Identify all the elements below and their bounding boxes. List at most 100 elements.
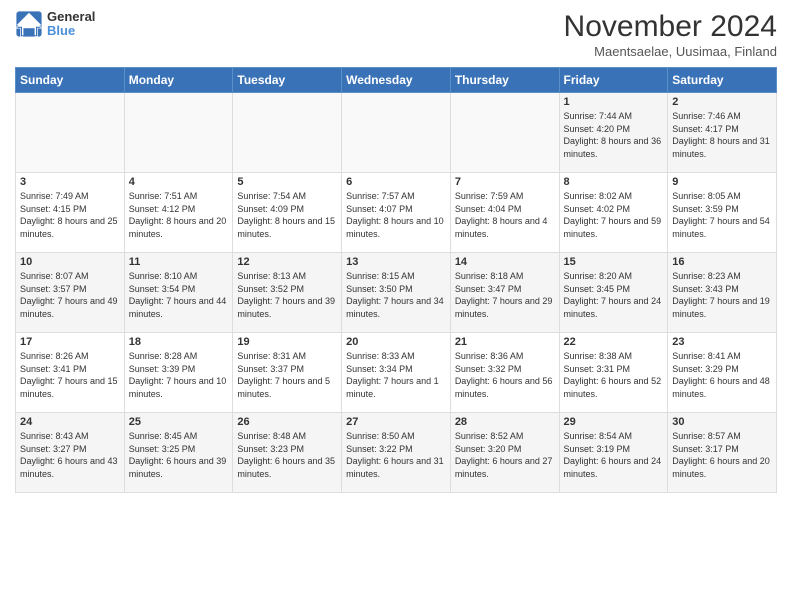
day-info: Sunrise: 8:31 AMSunset: 3:37 PMDaylight:… — [237, 350, 337, 400]
table-cell: 29Sunrise: 8:54 AMSunset: 3:19 PMDayligh… — [559, 413, 668, 493]
table-cell — [124, 93, 233, 173]
day-number: 5 — [237, 176, 337, 188]
day-number: 18 — [129, 336, 229, 348]
day-number: 2 — [672, 96, 772, 108]
table-cell: 15 Sunrise: 8:20 AMSunset: 3:45 PMDayligh… — [559, 253, 668, 333]
day-info: Sunrise: 8:07 AMSunset: 3:57 PMDaylight:… — [20, 270, 120, 320]
week-row-1: 1Sunrise: 7:44 AMSunset: 4:20 PMDaylight… — [16, 93, 777, 173]
logo-line2: Blue — [47, 24, 95, 38]
day-info: Sunrise: 8:02 AMSunset: 4:02 PMDaylight:… — [564, 190, 664, 240]
day-info: Sunrise: 7:59 AMSunset: 4:04 PMDaylight:… — [455, 190, 555, 240]
day-number: 4 — [129, 176, 229, 188]
table-cell: 24 Sunrise: 8:43 AMSunset: 3:27 PMDayligh… — [16, 413, 125, 493]
day-info: Sunrise: 7:51 AMSunset: 4:12 PMDaylight:… — [129, 190, 229, 240]
header-friday: Friday — [559, 68, 668, 93]
day-number: 26 — [237, 416, 337, 428]
week-row-3: 10 Sunrise: 8:07 AMSunset: 3:57 PMDayligh… — [16, 253, 777, 333]
month-title: November 2024 — [564, 10, 777, 44]
day-info: Sunrise: 8:13 AMSunset: 3:52 PMDaylight:… — [237, 270, 337, 320]
header-row-days: Sunday Monday Tuesday Wednesday Thursday… — [16, 68, 777, 93]
table-cell: 14 Sunrise: 8:18 AMSunset: 3:47 PMDayligh… — [450, 253, 559, 333]
day-number: 24 — [20, 416, 120, 428]
table-cell: 13 Sunrise: 8:15 AMSunset: 3:50 PMDayligh… — [342, 253, 451, 333]
day-info: Sunrise: 8:52 AMSunset: 3:20 PMDaylight:… — [455, 430, 555, 480]
day-number: 17 — [20, 336, 120, 348]
day-info: Sunrise: 8:05 AMSunset: 3:59 PMDaylight:… — [672, 190, 772, 240]
logo: General Blue — [15, 10, 95, 39]
logo-text: General Blue — [47, 10, 95, 39]
title-block: November 2024 Maentsaelae, Uusimaa, Finl… — [564, 10, 777, 59]
header-saturday: Saturday — [668, 68, 777, 93]
day-info: Sunrise: 8:43 AMSunset: 3:27 PMDaylight:… — [20, 430, 120, 480]
day-number: 27 — [346, 416, 446, 428]
day-number: 12 — [237, 256, 337, 268]
day-info: Sunrise: 8:18 AMSunset: 3:47 PMDaylight:… — [455, 270, 555, 320]
logo-line1: General — [47, 10, 95, 24]
day-number: 3 — [20, 176, 120, 188]
day-number: 25 — [129, 416, 229, 428]
table-cell: 17Sunrise: 8:26 AMSunset: 3:41 PMDayligh… — [16, 333, 125, 413]
table-cell: 27 Sunrise: 8:50 AMSunset: 3:22 PMDayligh… — [342, 413, 451, 493]
table-cell: 2 Sunrise: 7:46 AMSunset: 4:17 PMDaylight… — [668, 93, 777, 173]
day-number: 13 — [346, 256, 446, 268]
day-info: Sunrise: 7:54 AMSunset: 4:09 PMDaylight:… — [237, 190, 337, 240]
day-info: Sunrise: 8:38 AMSunset: 3:31 PMDaylight:… — [564, 350, 664, 400]
day-number: 28 — [455, 416, 555, 428]
table-cell: 26 Sunrise: 8:48 AMSunset: 3:23 PMDayligh… — [233, 413, 342, 493]
day-number: 22 — [564, 336, 664, 348]
header-wednesday: Wednesday — [342, 68, 451, 93]
day-number: 16 — [672, 256, 772, 268]
day-info: Sunrise: 8:57 AMSunset: 3:17 PMDaylight:… — [672, 430, 772, 480]
day-info: Sunrise: 8:15 AMSunset: 3:50 PMDaylight:… — [346, 270, 446, 320]
table-cell: 30 Sunrise: 8:57 AMSunset: 3:17 PMDayligh… — [668, 413, 777, 493]
table-cell — [16, 93, 125, 173]
day-info: Sunrise: 7:57 AMSunset: 4:07 PMDaylight:… — [346, 190, 446, 240]
table-cell — [233, 93, 342, 173]
table-cell — [342, 93, 451, 173]
table-cell: 23 Sunrise: 8:41 AMSunset: 3:29 PMDayligh… — [668, 333, 777, 413]
day-info: Sunrise: 8:10 AMSunset: 3:54 PMDaylight:… — [129, 270, 229, 320]
header-sunday: Sunday — [16, 68, 125, 93]
table-cell: 8 Sunrise: 8:02 AMSunset: 4:02 PMDaylight… — [559, 173, 668, 253]
day-info: Sunrise: 8:54 AMSunset: 3:19 PMDaylight:… — [564, 430, 664, 480]
week-row-5: 24 Sunrise: 8:43 AMSunset: 3:27 PMDayligh… — [16, 413, 777, 493]
day-info: Sunrise: 8:28 AMSunset: 3:39 PMDaylight:… — [129, 350, 229, 400]
table-cell: 9 Sunrise: 8:05 AMSunset: 3:59 PMDaylight… — [668, 173, 777, 253]
table-cell: 10 Sunrise: 8:07 AMSunset: 3:57 PMDayligh… — [16, 253, 125, 333]
day-number: 10 — [20, 256, 120, 268]
table-cell: 11Sunrise: 8:10 AMSunset: 3:54 PMDayligh… — [124, 253, 233, 333]
day-info: Sunrise: 8:50 AMSunset: 3:22 PMDaylight:… — [346, 430, 446, 480]
day-number: 8 — [564, 176, 664, 188]
day-number: 21 — [455, 336, 555, 348]
day-number: 30 — [672, 416, 772, 428]
day-number: 9 — [672, 176, 772, 188]
table-cell: 1Sunrise: 7:44 AMSunset: 4:20 PMDaylight… — [559, 93, 668, 173]
logo-icon — [15, 10, 43, 38]
header-monday: Monday — [124, 68, 233, 93]
day-info: Sunrise: 8:48 AMSunset: 3:23 PMDaylight:… — [237, 430, 337, 480]
table-cell: 16 Sunrise: 8:23 AMSunset: 3:43 PMDayligh… — [668, 253, 777, 333]
header-row: General Blue November 2024 Maentsaelae, … — [15, 10, 777, 59]
table-cell: 19Sunrise: 8:31 AMSunset: 3:37 PMDayligh… — [233, 333, 342, 413]
day-info: Sunrise: 8:23 AMSunset: 3:43 PMDaylight:… — [672, 270, 772, 320]
day-number: 6 — [346, 176, 446, 188]
table-cell: 3Sunrise: 7:49 AMSunset: 4:15 PMDaylight… — [16, 173, 125, 253]
day-info: Sunrise: 7:44 AMSunset: 4:20 PMDaylight:… — [564, 110, 664, 160]
day-info: Sunrise: 8:20 AMSunset: 3:45 PMDaylight:… — [564, 270, 664, 320]
day-number: 14 — [455, 256, 555, 268]
table-cell: 6 Sunrise: 7:57 AMSunset: 4:07 PMDaylight… — [342, 173, 451, 253]
table-cell — [450, 93, 559, 173]
week-row-2: 3Sunrise: 7:49 AMSunset: 4:15 PMDaylight… — [16, 173, 777, 253]
day-info: Sunrise: 8:45 AMSunset: 3:25 PMDaylight:… — [129, 430, 229, 480]
day-info: Sunrise: 7:46 AMSunset: 4:17 PMDaylight:… — [672, 110, 772, 160]
table-cell: 7 Sunrise: 7:59 AMSunset: 4:04 PMDaylight… — [450, 173, 559, 253]
table-cell: 20Sunrise: 8:33 AMSunset: 3:34 PMDayligh… — [342, 333, 451, 413]
day-info: Sunrise: 8:36 AMSunset: 3:32 PMDaylight:… — [455, 350, 555, 400]
table-cell: 18 Sunrise: 8:28 AMSunset: 3:39 PMDayligh… — [124, 333, 233, 413]
day-number: 23 — [672, 336, 772, 348]
table-cell: 25 Sunrise: 8:45 AMSunset: 3:25 PMDayligh… — [124, 413, 233, 493]
day-number: 7 — [455, 176, 555, 188]
day-info: Sunrise: 8:41 AMSunset: 3:29 PMDaylight:… — [672, 350, 772, 400]
table-cell: 21 Sunrise: 8:36 AMSunset: 3:32 PMDayligh… — [450, 333, 559, 413]
day-number: 15 — [564, 256, 664, 268]
